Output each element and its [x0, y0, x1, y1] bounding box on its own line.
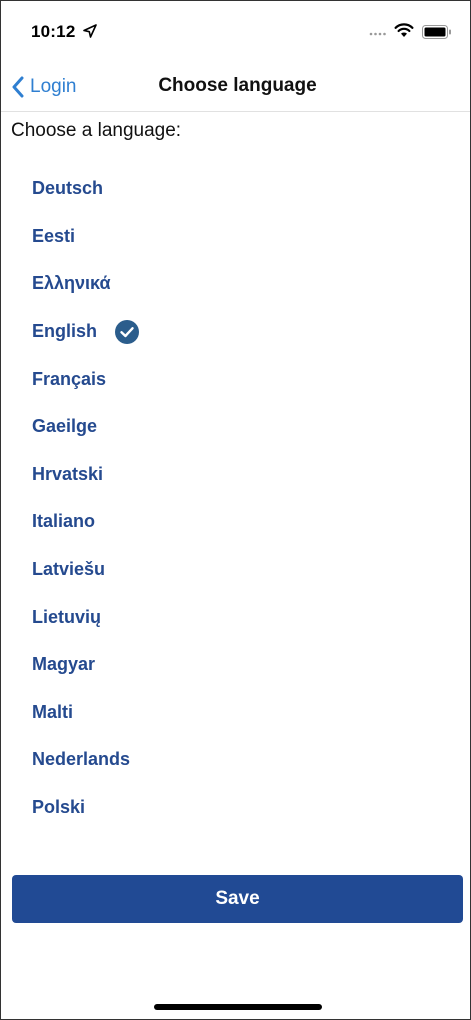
language-label: Ελληνικά — [32, 273, 111, 294]
language-item-francais[interactable]: Français — [32, 355, 139, 403]
save-button[interactable]: Save — [12, 875, 463, 923]
language-item-nederlands[interactable]: Nederlands — [32, 736, 139, 784]
status-bar: 10:12 — [1, 1, 470, 63]
language-label: Polski — [32, 797, 86, 818]
language-item-magyar[interactable]: Magyar — [32, 641, 139, 689]
language-item-polski[interactable]: Polski — [32, 784, 139, 832]
language-item-gaeilge[interactable]: Gaeilge — [32, 403, 139, 451]
checkmark-circle-icon — [115, 319, 140, 344]
language-item-latviesu[interactable]: Latviešu — [32, 546, 139, 594]
choose-language-screen: 10:12 Login Choose language Choose a lan… — [0, 0, 471, 1020]
language-label: Français — [32, 368, 107, 389]
language-item-lietuviu[interactable]: Lietuvių — [32, 593, 139, 641]
language-item-ellinika[interactable]: Ελληνικά — [32, 260, 139, 308]
language-item-deutsch[interactable]: Deutsch — [32, 165, 139, 213]
language-item-hrvatski[interactable]: Hrvatski — [32, 451, 139, 499]
choose-language-prompt: Choose a language: — [11, 120, 182, 141]
status-time: 10:12 — [31, 22, 76, 41]
language-list: Deutsch Eesti Ελληνικά English Français … — [32, 165, 140, 832]
language-label: English — [32, 321, 98, 342]
language-label: Nederlands — [32, 749, 131, 770]
language-label: Deutsch — [32, 178, 104, 199]
language-label: Gaeilge — [32, 416, 98, 437]
signal-dots-icon — [369, 32, 386, 36]
language-label: Malti — [32, 701, 74, 722]
page-title: Choose language — [158, 75, 317, 96]
language-label: Lietuvių — [32, 606, 102, 627]
wifi-icon — [394, 23, 414, 37]
language-label: Hrvatski — [32, 463, 104, 484]
navigation-bar: Login Choose language — [1, 63, 470, 112]
language-item-italiano[interactable]: Italiano — [32, 498, 139, 546]
language-label: Eesti — [32, 225, 76, 246]
language-label: Magyar — [32, 654, 96, 675]
language-item-malti[interactable]: Malti — [32, 689, 139, 737]
location-arrow-icon — [83, 24, 97, 38]
language-item-english[interactable]: English — [32, 308, 140, 356]
language-item-eesti[interactable]: Eesti — [32, 213, 139, 261]
battery-icon — [422, 25, 451, 39]
language-label: Italiano — [32, 511, 96, 532]
language-label: Latviešu — [32, 559, 106, 580]
home-indicator[interactable] — [154, 1004, 322, 1010]
